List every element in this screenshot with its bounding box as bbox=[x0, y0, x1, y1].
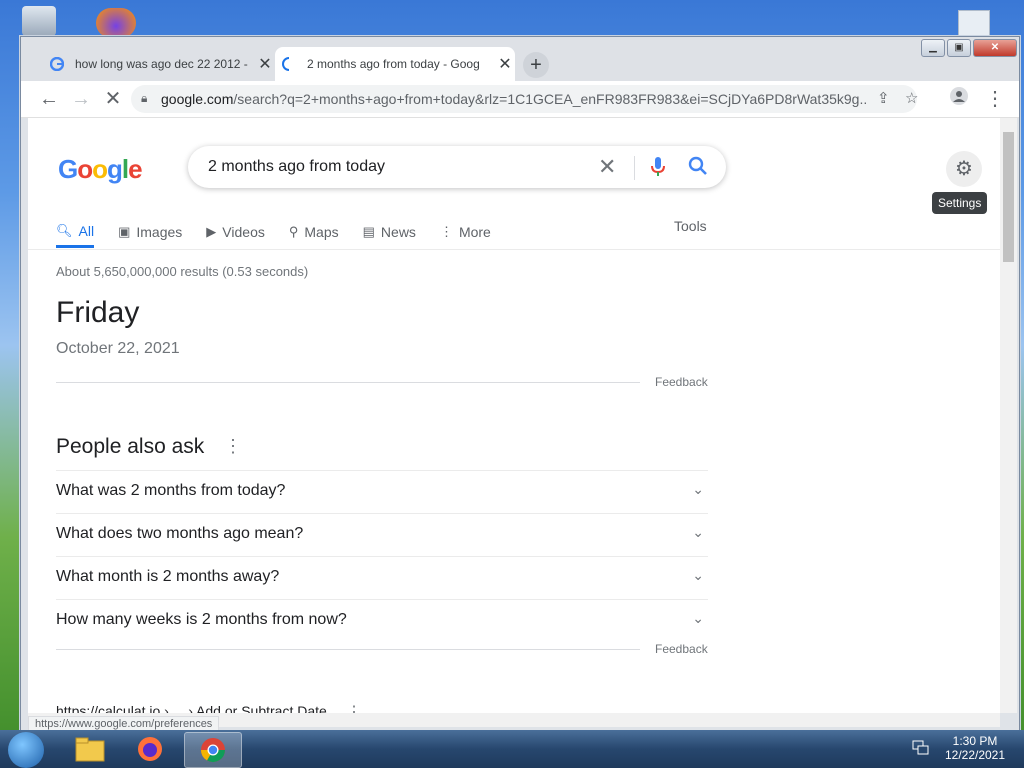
maximize-button[interactable]: ▣ bbox=[947, 39, 971, 57]
image-icon: ▣ bbox=[118, 224, 131, 239]
url-path: /search?q=2+months+ago+from+today&rlz=1C… bbox=[233, 91, 866, 107]
network-tray-icon[interactable] bbox=[912, 740, 930, 756]
tab-close-icon[interactable]: ✕ bbox=[255, 54, 275, 74]
paa-question-text: What month is 2 months away? bbox=[56, 568, 280, 585]
scrollbar-thumb[interactable] bbox=[1003, 132, 1014, 262]
file-explorer-taskbar-icon[interactable] bbox=[64, 732, 116, 766]
url-text: google.com/search?q=2+months+ago+from+to… bbox=[161, 91, 866, 107]
browser-toolbar: ← → ✕ 🔒︎ google.com/search?q=2+months+ag… bbox=[21, 81, 1019, 118]
paa-question[interactable]: What does two months ago mean? ⌄ bbox=[56, 513, 708, 557]
forward-button[interactable]: → bbox=[69, 87, 93, 111]
stop-button[interactable]: ✕ bbox=[101, 87, 125, 111]
desktop-file-icon[interactable] bbox=[958, 10, 990, 38]
url-host: google.com bbox=[161, 91, 234, 107]
search-icon[interactable] bbox=[688, 156, 708, 181]
tab-label: Images bbox=[136, 224, 183, 240]
chevron-down-icon: ⌄ bbox=[692, 567, 704, 583]
paa-question[interactable]: What was 2 months from today? ⌄ bbox=[56, 470, 708, 514]
tab-strip: how long was ago dec 22 2012 - ✕ 2 month… bbox=[21, 37, 1019, 81]
feedback-link[interactable]: Feedback bbox=[655, 642, 708, 656]
menu-kebab-icon[interactable]: ⋮ bbox=[983, 87, 1007, 111]
share-icon[interactable]: ⇪ bbox=[877, 89, 890, 107]
tab-news[interactable]: ▤ News bbox=[363, 216, 416, 248]
bookmark-star-icon[interactable]: ☆ bbox=[905, 89, 918, 107]
answer-day: Friday bbox=[56, 296, 140, 329]
profile-icon[interactable] bbox=[947, 87, 971, 111]
divider bbox=[56, 649, 640, 650]
google-favicon-icon bbox=[49, 56, 65, 72]
address-bar[interactable]: 🔒︎ google.com/search?q=2+months+ago+from… bbox=[131, 85, 918, 113]
search-tabs: 🔍︎ All ▣ Images ▶ Videos ⚲ Maps ▤ News ⋮ More bbox=[56, 216, 515, 248]
divider bbox=[634, 156, 635, 180]
tab-close-icon[interactable]: ✕ bbox=[495, 54, 515, 74]
tab-more[interactable]: ⋮ More bbox=[440, 216, 491, 248]
tab-images[interactable]: ▣ Images bbox=[118, 216, 182, 248]
tab-inactive[interactable]: how long was ago dec 22 2012 - ✕ bbox=[43, 47, 275, 81]
settings-gear-icon[interactable]: ⚙ bbox=[946, 151, 982, 187]
feedback-link[interactable]: Feedback bbox=[655, 375, 708, 389]
tab-title: 2 months ago from today - Goog bbox=[307, 57, 480, 71]
search-icon: 🔍︎ bbox=[56, 222, 73, 238]
paa-question-text: What was 2 months from today? bbox=[56, 482, 286, 499]
tab-videos[interactable]: ▶ Videos bbox=[206, 216, 265, 248]
paa-question-text: How many weeks is 2 months from now? bbox=[56, 611, 347, 628]
tab-all[interactable]: 🔍︎ All bbox=[56, 216, 95, 248]
tab-active[interactable]: 2 months ago from today - Goog ✕ bbox=[275, 47, 515, 81]
tab-label: Videos bbox=[222, 224, 265, 240]
search-input[interactable]: 2 months ago from today bbox=[208, 158, 385, 176]
start-button[interactable] bbox=[8, 732, 44, 768]
chevron-down-icon: ⌄ bbox=[692, 610, 704, 626]
browser-window: how long was ago dec 22 2012 - ✕ 2 month… bbox=[20, 36, 1020, 732]
clear-icon[interactable]: ✕ bbox=[598, 154, 616, 180]
more-dots-icon: ⋮ bbox=[439, 224, 453, 239]
tab-title: how long was ago dec 22 2012 - bbox=[75, 57, 248, 71]
paa-question-text: What does two months ago mean? bbox=[56, 525, 304, 542]
tab-label: News bbox=[380, 224, 416, 240]
chevron-down-icon: ⌄ bbox=[692, 524, 704, 540]
new-tab-button[interactable]: + bbox=[523, 52, 549, 78]
lock-icon: 🔒︎ bbox=[141, 91, 148, 105]
tab-maps[interactable]: ⚲ Maps bbox=[289, 216, 339, 248]
news-icon: ▤ bbox=[362, 224, 375, 239]
divider bbox=[56, 382, 640, 383]
loading-spinner-icon bbox=[281, 56, 297, 72]
more-options-icon[interactable]: ⋮ bbox=[224, 436, 242, 457]
divider bbox=[28, 249, 1000, 250]
map-pin-icon: ⚲ bbox=[288, 224, 299, 239]
minimize-button[interactable]: ▁ bbox=[921, 39, 945, 57]
clock-date: 12/22/2021 bbox=[944, 748, 1006, 762]
tab-label: All bbox=[78, 222, 95, 239]
tab-label: Maps bbox=[304, 224, 339, 240]
settings-tooltip: Settings bbox=[932, 192, 988, 214]
result-cite[interactable]: https://calculat.io › ... › Add or Subtr… bbox=[56, 703, 327, 713]
microphone-icon[interactable] bbox=[650, 156, 666, 183]
firefox-taskbar-icon[interactable] bbox=[124, 732, 176, 766]
tools-button[interactable]: Tools bbox=[674, 218, 707, 234]
taskbar: 1:30 PM 12/22/2021 bbox=[0, 730, 1024, 768]
paa-question[interactable]: How many weeks is 2 months from now? ⌄ bbox=[56, 599, 708, 643]
clock-time: 1:30 PM bbox=[952, 734, 998, 748]
search-results-page: Google 2 months ago from today ✕ ⚙ Setti… bbox=[28, 118, 1000, 713]
tab-label: More bbox=[458, 224, 491, 240]
google-logo[interactable]: Google bbox=[58, 154, 143, 185]
result-stats: About 5,650,000,000 results (0.53 second… bbox=[56, 264, 309, 279]
close-window-button[interactable]: ✕ bbox=[973, 39, 1017, 57]
window-controls: ▁ ▣ ✕ bbox=[919, 39, 1017, 57]
recycle-bin-icon[interactable] bbox=[22, 6, 56, 36]
back-button[interactable]: ← bbox=[37, 87, 61, 111]
play-icon: ▶ bbox=[206, 224, 217, 239]
vertical-scrollbar[interactable] bbox=[1000, 118, 1017, 713]
system-clock[interactable]: 1:30 PM 12/22/2021 bbox=[940, 734, 1010, 762]
chevron-down-icon: ⌄ bbox=[692, 481, 704, 497]
result-options-icon[interactable]: ⋮ bbox=[346, 702, 362, 713]
paa-title: People also ask bbox=[56, 435, 205, 458]
search-box[interactable]: 2 months ago from today ✕ bbox=[188, 146, 726, 188]
paa-question[interactable]: What month is 2 months away? ⌄ bbox=[56, 556, 708, 600]
firefox-desktop-icon[interactable] bbox=[96, 8, 136, 38]
chrome-taskbar-icon[interactable] bbox=[184, 732, 242, 768]
answer-date: October 22, 2021 bbox=[56, 340, 180, 357]
